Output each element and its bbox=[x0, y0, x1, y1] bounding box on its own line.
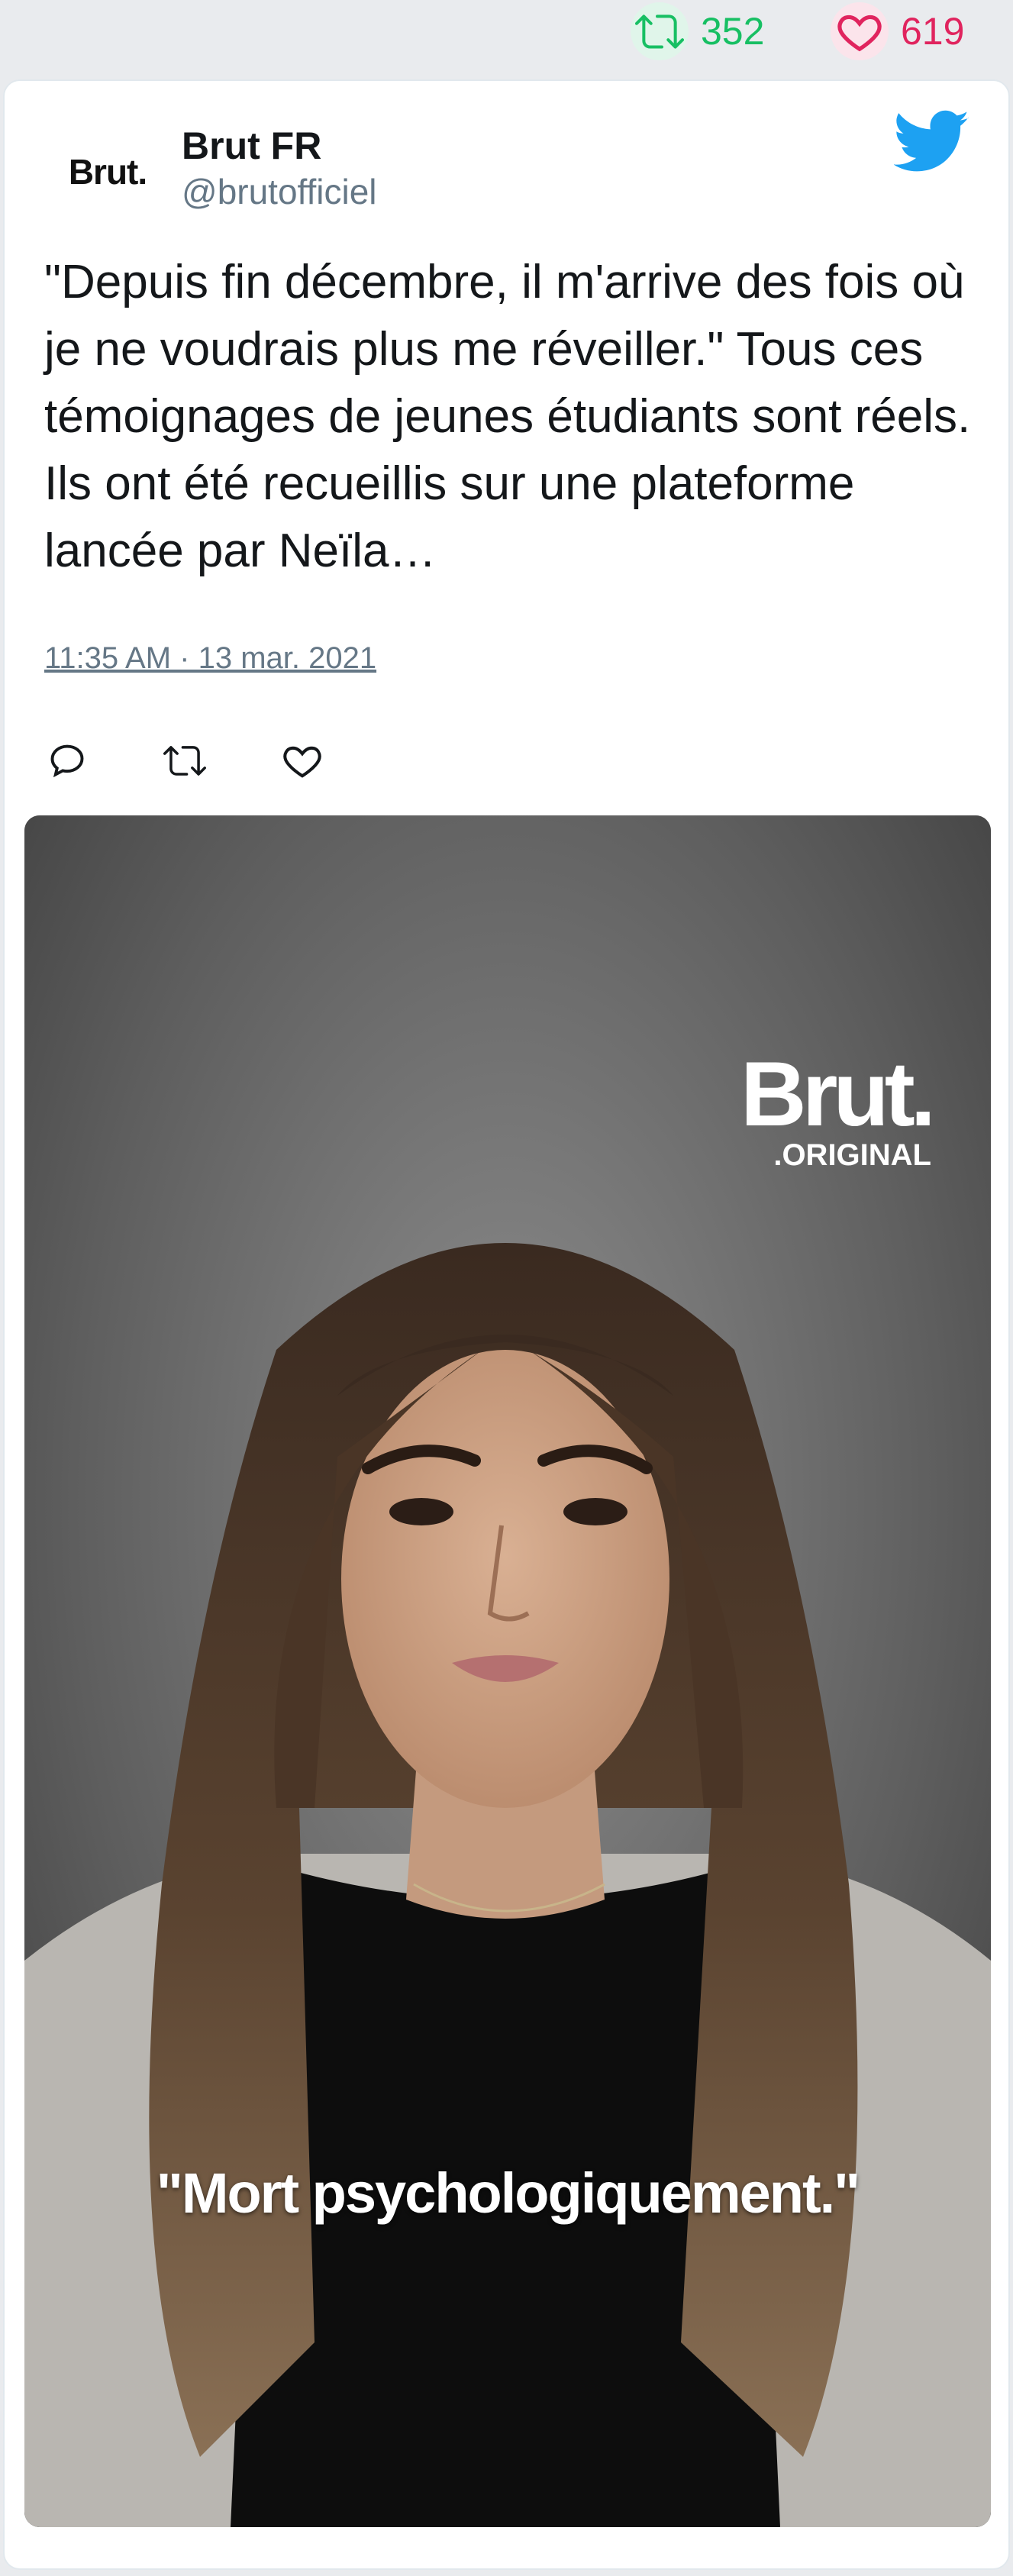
like-action-icon[interactable] bbox=[279, 738, 325, 783]
heart-icon bbox=[831, 2, 889, 60]
tweet-video-thumbnail[interactable]: Brut. .ORIGINAL "Mort psychologiquement.… bbox=[24, 815, 991, 2527]
engagement-stats: 352 619 bbox=[0, 0, 1013, 76]
video-caption: "Mort psychologiquement." bbox=[156, 2161, 861, 2225]
tweet-card: Brut. Brut FR @brutofficiel "Depuis fin … bbox=[3, 79, 1010, 2570]
like-count[interactable]: 619 bbox=[831, 2, 965, 60]
reply-icon[interactable] bbox=[44, 738, 90, 783]
retweet-count-value: 352 bbox=[701, 10, 765, 53]
retweet-icon bbox=[631, 2, 689, 60]
tweet-text: "Depuis fin décembre, il m'arrive des fo… bbox=[44, 256, 971, 577]
tweet-timestamp-link[interactable]: 11:35 AM · 13 mar. 2021 bbox=[44, 641, 376, 676]
retweet-action-icon[interactable] bbox=[162, 738, 208, 783]
avatar[interactable]: Brut. bbox=[50, 115, 165, 229]
twitter-bird-icon[interactable] bbox=[893, 110, 970, 174]
tweet-actions bbox=[44, 730, 397, 791]
author-name[interactable]: Brut FR bbox=[182, 124, 321, 168]
brut-original-watermark: Brut. .ORIGINAL bbox=[740, 1043, 936, 1171]
author-handle[interactable]: @brutofficiel bbox=[182, 171, 377, 212]
avatar-logo: Brut. bbox=[68, 152, 147, 192]
brand-name: Brut. bbox=[740, 1043, 936, 1145]
like-count-value: 619 bbox=[901, 10, 965, 53]
retweet-count[interactable]: 352 bbox=[631, 2, 765, 60]
